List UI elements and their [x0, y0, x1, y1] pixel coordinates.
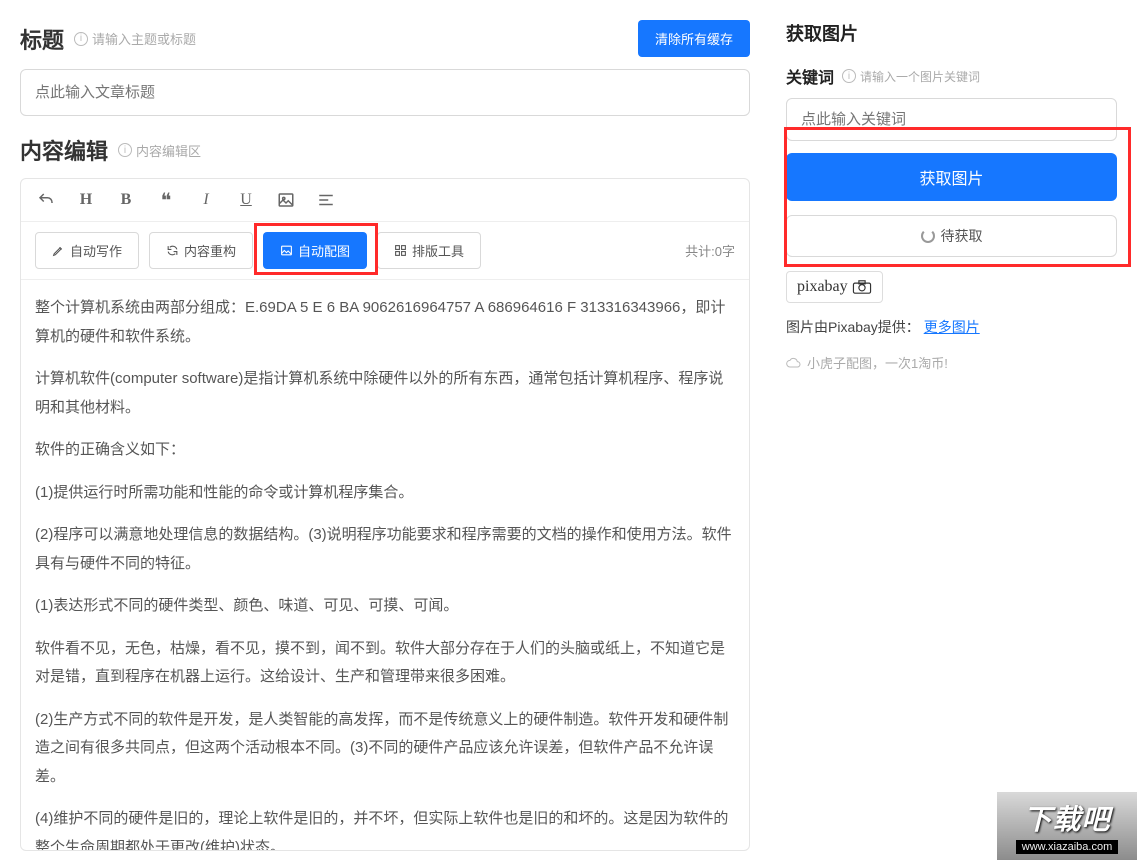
- content-paragraph: 计算机软件(computer software)是指计算机系统中除硬件以外的所有…: [35, 365, 735, 422]
- content-paragraph: (1)提供运行时所需功能和性能的命令或计算机程序集合。: [35, 479, 735, 508]
- content-paragraph: (2)生产方式不同的软件是开发，是人类智能的高发挥，而不是传统意义上的硬件制造。…: [35, 706, 735, 792]
- align-icon[interactable]: [315, 189, 337, 211]
- content-paragraph: (4)维护不同的硬件是旧的，理论上软件是旧的，并不坏，但实际上软件也是旧的和坏的…: [35, 805, 735, 850]
- clear-cache-button[interactable]: 清除所有缓存: [638, 20, 750, 57]
- heading-icon[interactable]: H: [75, 189, 97, 211]
- editor-content[interactable]: 整个计算机系统由两部分组成：E.69DA 5 E 6 BA 9062616964…: [21, 280, 749, 850]
- keyword-input[interactable]: [786, 98, 1117, 141]
- pencil-icon: [52, 244, 65, 257]
- pixabay-badge: pixabay: [786, 271, 883, 303]
- fetch-image-title: 获取图片: [786, 20, 1117, 46]
- title-label: 标题: [20, 23, 64, 55]
- undo-icon[interactable]: [35, 189, 57, 211]
- spinner-icon: [921, 229, 935, 243]
- watermark: 下载吧 www.xiazaiba.com: [997, 792, 1137, 860]
- pending-button[interactable]: 待获取: [786, 215, 1117, 257]
- info-icon: i: [74, 32, 88, 46]
- cost-tip: 小虎子配图，一次1淘币!: [786, 353, 1117, 372]
- auto-write-button[interactable]: 自动写作: [35, 232, 139, 269]
- image-icon[interactable]: [275, 189, 297, 211]
- fetch-image-button[interactable]: 获取图片: [786, 153, 1117, 201]
- editor-toolbar: H B ❝ I U: [21, 179, 749, 222]
- info-icon: i: [842, 69, 856, 83]
- content-hint: i 内容编辑区: [118, 141, 201, 160]
- quote-icon[interactable]: ❝: [155, 189, 177, 211]
- info-icon: i: [118, 143, 132, 157]
- refresh-icon: [166, 244, 179, 257]
- editor-action-row: 自动写作 内容重构 自动配图 排版工具 共计:0字: [21, 222, 749, 280]
- provider-line: 图片由Pixabay提供： 更多图片: [786, 317, 1117, 337]
- restructure-button[interactable]: 内容重构: [149, 232, 253, 269]
- content-paragraph: 软件看不见，无色，枯燥，看不见，摸不到，闻不到。软件大部分存在于人们的头脑或纸上…: [35, 635, 735, 692]
- keyword-label: 关键词: [786, 64, 834, 88]
- title-hint: i 请输入主题或标题: [74, 29, 196, 48]
- picture-icon: [280, 244, 293, 257]
- more-images-link[interactable]: 更多图片: [924, 319, 980, 335]
- keyword-hint: i 请输入一个图片关键词: [842, 68, 980, 85]
- camera-icon: [852, 280, 872, 294]
- layout-icon: [394, 244, 407, 257]
- auto-image-button[interactable]: 自动配图: [263, 232, 367, 269]
- title-input[interactable]: [20, 69, 750, 116]
- layout-tool-button[interactable]: 排版工具: [377, 232, 481, 269]
- cloud-icon: [786, 357, 802, 369]
- content-paragraph: 软件的正确含义如下：: [35, 436, 735, 465]
- editor-box: H B ❝ I U 自动写作 内容重构: [20, 178, 750, 851]
- bold-icon[interactable]: B: [115, 189, 137, 211]
- content-paragraph: (1)表达形式不同的硬件类型、颜色、味道、可见、可摸、可闻。: [35, 592, 735, 621]
- content-paragraph: (2)程序可以满意地处理信息的数据结构。(3)说明程序功能要求和程序需要的文档的…: [35, 521, 735, 578]
- content-paragraph: 整个计算机系统由两部分组成：E.69DA 5 E 6 BA 9062616964…: [35, 294, 735, 351]
- italic-icon[interactable]: I: [195, 189, 217, 211]
- word-count: 共计:0字: [685, 241, 735, 260]
- title-section-header: 标题 i 请输入主题或标题 清除所有缓存: [20, 20, 750, 57]
- content-label: 内容编辑: [20, 134, 108, 166]
- underline-icon[interactable]: U: [235, 189, 257, 211]
